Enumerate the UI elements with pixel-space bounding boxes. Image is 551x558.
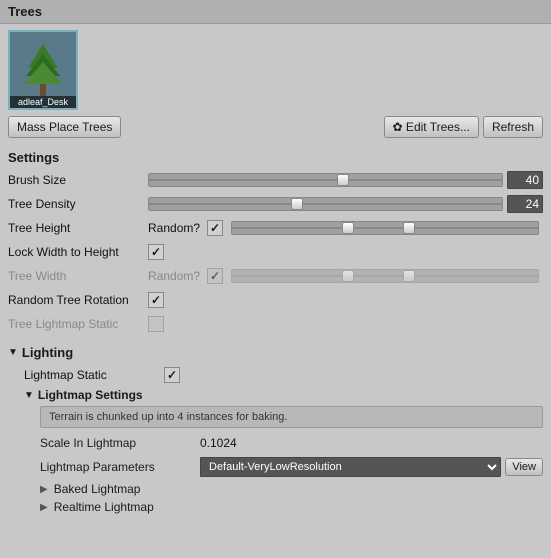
brush-size-value[interactable] — [507, 171, 543, 189]
lighting-triangle: ▼ — [8, 347, 18, 358]
lock-width-checkbox[interactable] — [148, 244, 164, 260]
edit-trees-button[interactable]: ✿ Edit Trees... — [384, 116, 479, 138]
baked-lightmap-label: Baked Lightmap — [54, 482, 141, 496]
tree-height-thumb-right[interactable] — [403, 222, 415, 234]
random-rotation-row: Random Tree Rotation — [8, 289, 543, 311]
mass-place-trees-button[interactable]: Mass Place Trees — [8, 116, 121, 138]
trees-section: adleaf_Desk Mass Place Trees ✿ Edit Tree… — [0, 24, 551, 146]
brush-size-slider[interactable] — [148, 173, 503, 187]
section-header-trees: Trees — [0, 0, 551, 24]
tree-height-track — [232, 227, 538, 229]
scale-lightmap-row: Scale In Lightmap 0.1024 — [40, 432, 543, 454]
lightmap-info-text: Terrain is chunked up into 4 instances f… — [49, 411, 287, 423]
tree-height-area: Random? — [148, 220, 543, 236]
lighting-label: Lighting — [22, 345, 73, 360]
tree-image — [18, 40, 68, 100]
toolbar-row: Mass Place Trees ✿ Edit Trees... Refresh — [8, 116, 543, 138]
tree-width-label: Tree Width — [8, 269, 148, 283]
tree-density-row: Tree Density — [8, 193, 543, 215]
refresh-button[interactable]: Refresh — [483, 116, 543, 138]
tree-width-row: Tree Width Random? — [8, 265, 543, 287]
tree-height-slider[interactable] — [231, 221, 539, 235]
tree-height-label: Tree Height — [8, 221, 148, 235]
lightmap-static-checkbox[interactable] — [164, 367, 180, 383]
lock-width-label: Lock Width to Height — [8, 245, 148, 259]
baked-triangle-icon: ▶ — [40, 484, 48, 495]
section-title: Trees — [8, 4, 42, 19]
lighting-section: ▼ Lighting Lightmap Static ▼ Lightmap Se… — [0, 341, 551, 520]
random-rotation-label: Random Tree Rotation — [8, 293, 148, 307]
lightmap-settings-content: Terrain is chunked up into 4 instances f… — [24, 406, 543, 516]
tree-thumbnail[interactable]: adleaf_Desk — [8, 30, 78, 110]
tree-lightmap-static-label: Tree Lightmap Static — [8, 317, 148, 331]
lightmap-settings-header[interactable]: ▼ Lightmap Settings — [24, 388, 543, 402]
tree-height-thumb-left[interactable] — [342, 222, 354, 234]
baked-lightmap-row[interactable]: ▶ Baked Lightmap — [40, 480, 543, 498]
scale-lightmap-label: Scale In Lightmap — [40, 436, 200, 450]
brush-size-row: Brush Size — [8, 169, 543, 191]
tree-width-slider[interactable] — [231, 269, 539, 283]
settings-title: Settings — [8, 150, 543, 165]
tree-width-thumb-right[interactable] — [403, 270, 415, 282]
tree-height-random-checkbox[interactable] — [207, 220, 223, 236]
realtime-lightmap-label: Realtime Lightmap — [54, 500, 154, 514]
lightmap-static-label: Lightmap Static — [24, 368, 164, 382]
tree-density-slider-area — [148, 195, 543, 213]
tree-width-area: Random? — [148, 268, 543, 284]
random-rotation-checkbox-wrapper — [148, 292, 164, 308]
tree-density-value[interactable] — [507, 195, 543, 213]
lightmap-view-button[interactable]: View — [505, 458, 543, 476]
tree-width-thumb-left[interactable] — [342, 270, 354, 282]
tree-height-random-label: Random? — [148, 221, 203, 235]
tree-density-label: Tree Density — [8, 197, 148, 211]
lightmap-static-checkbox-wrapper — [164, 367, 180, 383]
lock-width-checkbox-wrapper — [148, 244, 164, 260]
tree-thumbnails: adleaf_Desk — [8, 30, 543, 110]
lightmap-settings-label: Lightmap Settings — [38, 388, 143, 402]
trees-panel: Trees adleaf_Desk Mass Place Trees — [0, 0, 551, 520]
tree-lightmap-static-checkbox-wrapper — [148, 316, 164, 332]
brush-size-label: Brush Size — [8, 173, 148, 187]
lightmap-settings-triangle: ▼ — [24, 390, 34, 401]
realtime-triangle-icon: ▶ — [40, 502, 48, 513]
tree-width-random-checkbox[interactable] — [207, 268, 223, 284]
brush-size-thumb[interactable] — [337, 174, 349, 186]
lighting-header[interactable]: ▼ Lighting — [8, 345, 543, 360]
lightmap-info-box: Terrain is chunked up into 4 instances f… — [40, 406, 543, 428]
tree-density-slider[interactable] — [148, 197, 503, 211]
lightmap-params-select[interactable]: Default-VeryLowResolution — [200, 457, 501, 477]
tree-width-random-checkbox-wrapper — [207, 268, 223, 284]
settings-section: Settings Brush Size Tree Density — [0, 146, 551, 341]
tree-height-random-checkbox-wrapper — [207, 220, 223, 236]
tree-density-thumb[interactable] — [291, 198, 303, 210]
tree-height-row: Tree Height Random? — [8, 217, 543, 239]
tree-width-random-label: Random? — [148, 269, 203, 283]
brush-size-track — [149, 179, 502, 181]
scale-lightmap-value: 0.1024 — [200, 436, 237, 450]
lighting-content: Lightmap Static ▼ Lightmap Settings Terr… — [8, 364, 543, 516]
random-rotation-checkbox[interactable] — [148, 292, 164, 308]
tree-width-track — [232, 275, 538, 277]
tree-density-track — [149, 203, 502, 205]
lightmap-params-label: Lightmap Parameters — [40, 460, 200, 474]
lock-width-row: Lock Width to Height — [8, 241, 543, 263]
tree-thumb-label: adleaf_Desk — [10, 96, 76, 108]
tree-lightmap-static-checkbox[interactable] — [148, 316, 164, 332]
tree-lightmap-static-row: Tree Lightmap Static — [8, 313, 543, 335]
brush-size-slider-area — [148, 171, 543, 189]
realtime-lightmap-row[interactable]: ▶ Realtime Lightmap — [40, 498, 543, 516]
lightmap-static-row: Lightmap Static — [24, 364, 543, 386]
lightmap-params-row: Lightmap Parameters Default-VeryLowResol… — [40, 457, 543, 477]
